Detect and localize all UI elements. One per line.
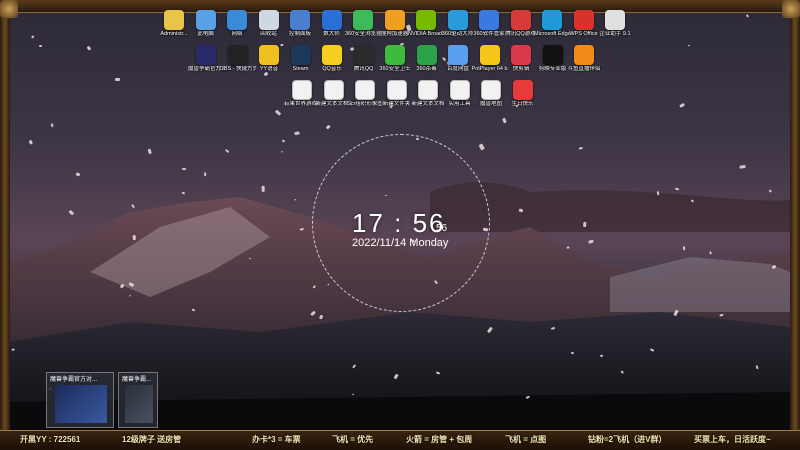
accelerator-icon (384, 10, 405, 30)
taskbar-thumbnail[interactable]: 魔兽争霸... (118, 372, 158, 428)
frame-corner (0, 0, 18, 18)
capcut-icon (542, 45, 563, 65)
stream-info-text: 钻粉=2飞机（进V群） (588, 435, 667, 444)
document-icon (386, 80, 407, 100)
document-icon (355, 80, 375, 100)
stream-info-text: 飞机 = 优先 (332, 435, 374, 444)
wps-icon (573, 10, 594, 30)
clock-seconds: 56 (436, 223, 448, 234)
douyu-icon (574, 45, 594, 65)
stream-info-text: 12级牌子 送房管 (122, 435, 182, 444)
desktop-shortcut[interactable]: 生日快乐 (505, 80, 541, 108)
ornate-frame-left (0, 0, 10, 430)
nvidia-icon (416, 10, 436, 30)
stream-info-text: 买票上车，日活跃度~ (694, 435, 771, 444)
browser-icon (353, 10, 373, 30)
security-icon (385, 45, 405, 65)
computer-icon (195, 10, 216, 30)
qq-icon (353, 45, 374, 65)
network-icon (227, 10, 247, 30)
stream-info-text: 开黑YY : 722561 (20, 435, 81, 444)
assistant-icon (605, 10, 625, 30)
steam-icon (290, 45, 311, 65)
document-icon (449, 80, 470, 100)
desktop-screen: Administr... 此电脑 网络 回收站 控制面板 数大师 360安全浏览器 搜狗加速器… (0, 0, 800, 450)
taskbar-thumbnail[interactable]: 魔兽争霸官方对... (46, 372, 114, 428)
desktop-shortcut[interactable]: 斗鱼直播伴侣 (566, 45, 602, 73)
clock-time: 17 : 56 (352, 208, 446, 238)
baidu-netdisk-icon (448, 45, 468, 65)
game-icon (510, 10, 531, 30)
potplayer-icon (479, 45, 500, 65)
document-icon (481, 80, 501, 100)
recycle-bin-icon (258, 10, 279, 30)
software-manager-icon (479, 10, 499, 30)
stream-info-text: 飞机 = 点图 (505, 435, 547, 444)
yy-icon (259, 45, 279, 65)
game-icon (512, 80, 533, 100)
stream-info-bar (0, 430, 800, 450)
stream-info-text: 办卡*3 = 车票 (252, 435, 301, 444)
stream-info-text: 火箭 = 房管 + 包周 (406, 435, 473, 444)
shortcut-label: 斗鱼直播伴侣 (567, 66, 601, 72)
document-icon (323, 80, 344, 100)
desktop-shortcut[interactable]: 企业助手 9.1 (597, 10, 633, 38)
frame-corner (782, 0, 800, 18)
document-icon (418, 80, 438, 100)
user-folder-icon (164, 10, 184, 30)
video-editor-icon (511, 45, 531, 65)
thumbnail-title: 魔兽争霸官方对... (50, 377, 98, 383)
shortcut-label: 生日快乐 (511, 101, 534, 107)
warcraft-icon (196, 45, 216, 65)
control-panel-icon (290, 10, 310, 30)
app-icon (321, 10, 342, 30)
shortcut-label: 企业助手 9.1 (599, 31, 631, 37)
document-icon (292, 80, 312, 100)
edge-icon (542, 10, 562, 30)
qq-music-icon (322, 45, 342, 65)
driver-icon (447, 10, 468, 30)
antivirus-icon (416, 45, 437, 65)
clock-date: 2022/11/14 Monday (352, 237, 449, 249)
ornate-frame-right (790, 0, 800, 430)
thumbnail-title: 魔兽争霸... (122, 377, 152, 383)
obs-icon (227, 45, 248, 65)
